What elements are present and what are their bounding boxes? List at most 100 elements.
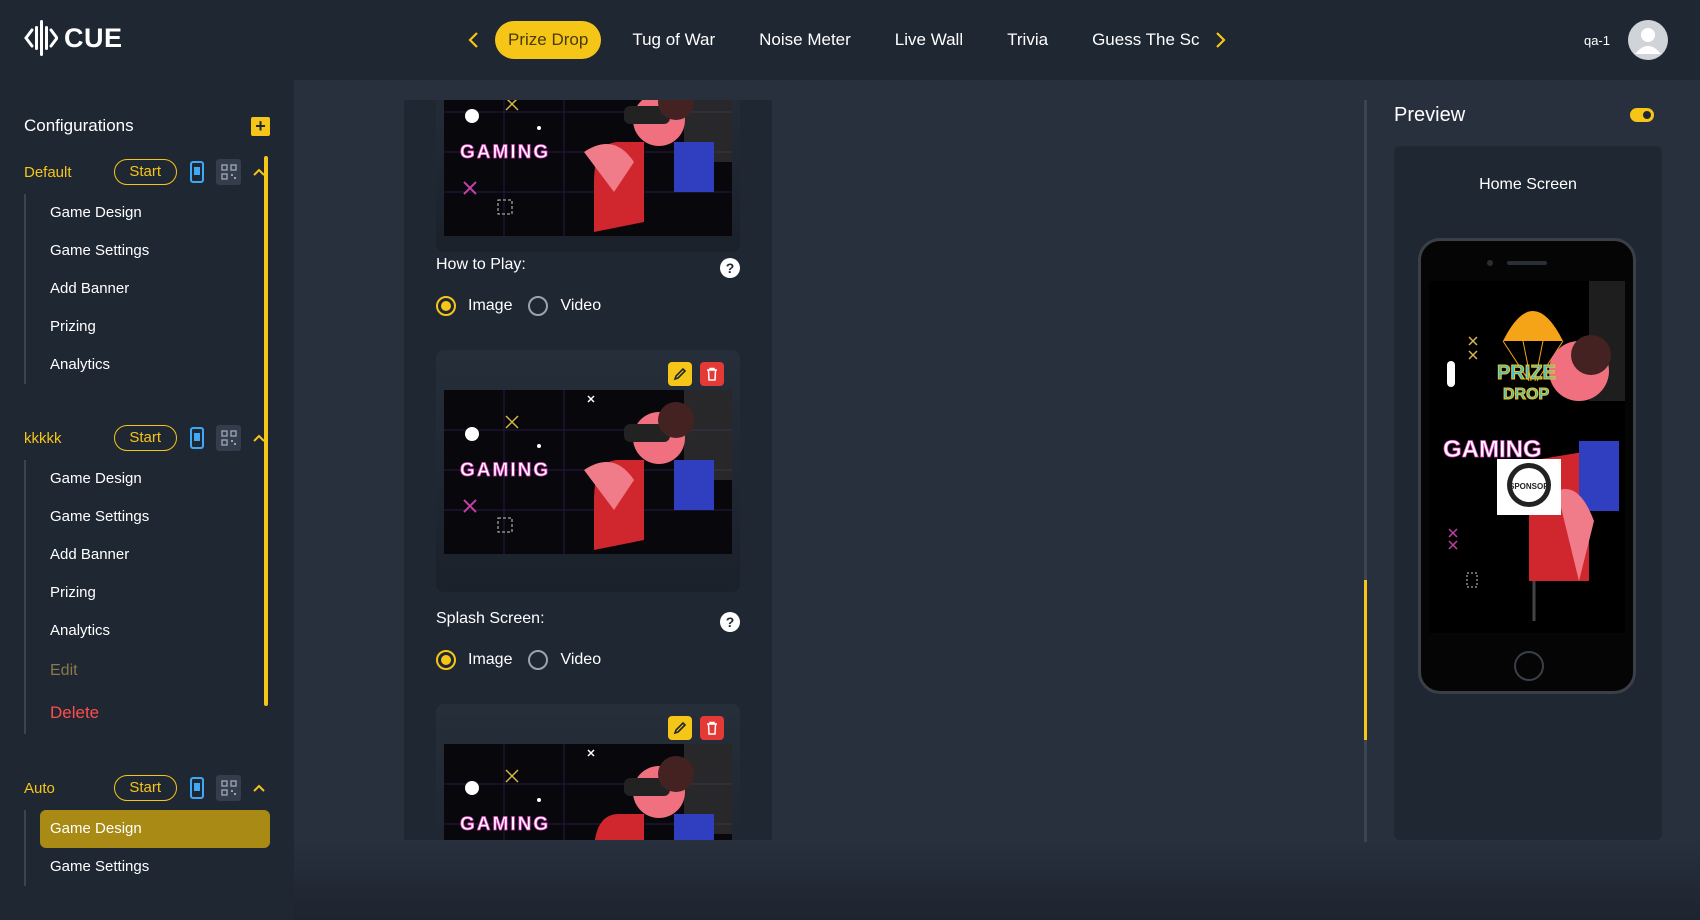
- qr-code-button[interactable]: [216, 159, 242, 185]
- how-to-play-media-type: Image Video: [436, 296, 617, 316]
- tab-noise-meter[interactable]: Noise Meter: [746, 21, 864, 59]
- chevron-up-icon: [253, 784, 265, 792]
- edit-image-button[interactable]: [668, 716, 692, 740]
- tab-prize-drop[interactable]: Prize Drop: [495, 21, 602, 59]
- sidebar-item-analytics[interactable]: Analytics: [26, 346, 269, 384]
- radio-label: Image: [468, 297, 513, 314]
- sidebar-item-game-settings[interactable]: Game Settings: [26, 498, 269, 536]
- svg-text:GAMING: GAMING: [1443, 436, 1542, 463]
- start-button[interactable]: Start: [113, 775, 177, 801]
- game-design-form: GAMING How to Play: ? Image Video GAMING…: [404, 100, 772, 840]
- start-button[interactable]: Start: [113, 159, 177, 185]
- mobile-preview-button[interactable]: [187, 426, 209, 450]
- user-icon: [1635, 28, 1661, 54]
- add-configuration-button[interactable]: +: [251, 116, 270, 136]
- cue-logo[interactable]: CUE: [24, 20, 123, 56]
- delete-configuration-button[interactable]: Delete: [26, 692, 269, 734]
- config-group-name[interactable]: kkkkk: [24, 430, 114, 447]
- sidebar-item-add-banner[interactable]: Add Banner: [26, 270, 269, 308]
- mobile-preview-button[interactable]: [187, 776, 209, 800]
- user-menu[interactable]: qa-1: [1584, 20, 1668, 60]
- sidebar-item-game-design[interactable]: Game Design: [40, 810, 270, 848]
- trash-icon: [707, 367, 717, 381]
- splash-screen-video-radio[interactable]: [528, 650, 549, 670]
- svg-text:PRIZE: PRIZE: [1497, 362, 1556, 384]
- trash-icon: [707, 721, 717, 735]
- config-group-default: Default Start Game Design Game Settings …: [24, 158, 269, 384]
- sidebar-item-add-banner[interactable]: Add Banner: [26, 536, 269, 574]
- mobile-icon: [190, 427, 205, 449]
- splash-screen-image-radio[interactable]: [436, 650, 456, 670]
- edit-configuration-button[interactable]: Edit: [26, 650, 269, 692]
- how-to-play-image-radio[interactable]: [436, 296, 456, 316]
- splash-screen-media-type: Image Video: [436, 650, 617, 670]
- uploaded-image-thumbnail: GAMING: [444, 100, 732, 236]
- delete-image-button[interactable]: [700, 362, 724, 386]
- chevron-right-icon: [1216, 32, 1227, 48]
- tab-tug-of-war[interactable]: Tug of War: [619, 21, 728, 59]
- radio-label: Video: [560, 651, 602, 668]
- sidebar-item-analytics[interactable]: Analytics: [26, 612, 269, 650]
- home-screen-preview-image: PRIZE DROP GAMING SPONSOR: [1429, 281, 1625, 633]
- config-group-items: Game Design Game Settings: [24, 810, 270, 886]
- nav-prev-button[interactable]: [462, 28, 486, 52]
- mobile-preview-button[interactable]: [187, 160, 209, 184]
- config-group-name[interactable]: Auto: [24, 780, 114, 797]
- phone-screen: PRIZE DROP GAMING SPONSOR: [1429, 281, 1625, 633]
- pencil-icon: [673, 367, 687, 381]
- panel-scrollbar[interactable]: [1364, 580, 1367, 740]
- config-group-items: Game Design Game Settings Add Banner Pri…: [24, 194, 269, 384]
- how-to-play-video-radio[interactable]: [528, 296, 549, 316]
- chevron-up-icon: [253, 434, 265, 442]
- qr-code-icon: [221, 430, 237, 446]
- svg-text:DROP: DROP: [1503, 386, 1550, 403]
- how-to-play-help-icon[interactable]: ?: [720, 258, 740, 278]
- main-footer-shade: [294, 840, 1700, 920]
- user-name: qa-1: [1583, 32, 1610, 48]
- phone-speaker: [1507, 261, 1547, 265]
- how-to-play-image-card: GAMING: [436, 350, 740, 592]
- tab-trivia[interactable]: Trivia: [994, 21, 1061, 59]
- qr-code-icon: [221, 780, 237, 796]
- sidebar-item-game-design[interactable]: Game Design: [26, 194, 269, 232]
- sidebar: Configurations + Default Start Game Desi…: [0, 80, 294, 920]
- nav-next-button[interactable]: [1208, 28, 1232, 52]
- sidebar-item-game-settings[interactable]: Game Settings: [26, 232, 269, 270]
- config-group-header: Default Start: [24, 158, 269, 186]
- svg-text:SPONSOR: SPONSOR: [1509, 482, 1549, 491]
- delete-image-button[interactable]: [700, 716, 724, 740]
- phone-camera: [1487, 260, 1493, 266]
- splash-screen-help-icon[interactable]: ?: [720, 612, 740, 632]
- gaming-thumbnail-image: GAMING: [444, 100, 732, 236]
- splash-screen-label: Splash Screen:: [436, 610, 545, 627]
- edit-image-button[interactable]: [668, 362, 692, 386]
- config-group-items: Game Design Game Settings Add Banner Pri…: [24, 460, 269, 734]
- qr-code-button[interactable]: [216, 425, 242, 451]
- svg-text:GAMING: GAMING: [460, 142, 550, 163]
- sidebar-item-prizing[interactable]: Prizing: [26, 308, 269, 346]
- avatar[interactable]: [1628, 20, 1668, 60]
- config-group-name[interactable]: Default: [24, 164, 114, 181]
- collapse-button[interactable]: [249, 428, 269, 448]
- sidebar-item-game-settings[interactable]: Game Settings: [26, 848, 269, 886]
- qr-code-button[interactable]: [216, 775, 242, 801]
- svg-text:GAMING: GAMING: [460, 460, 550, 481]
- sidebar-item-game-design[interactable]: Game Design: [26, 460, 269, 498]
- preview-panel: Home Screen PRIZE DROP GAMING SPONSOR: [1394, 146, 1662, 840]
- configurations-title: Configurations: [24, 116, 134, 135]
- svg-text:GAMING: GAMING: [460, 814, 550, 835]
- sidebar-item-prizing[interactable]: Prizing: [26, 574, 269, 612]
- preview-screen-label: Home Screen: [1479, 176, 1577, 193]
- start-button[interactable]: Start: [113, 425, 177, 451]
- preview-toggle[interactable]: [1630, 108, 1654, 122]
- config-group-header: kkkkk Start: [24, 424, 269, 452]
- tab-guess-the-score[interactable]: Guess The Sc: [1079, 21, 1199, 59]
- configurations-header: Configurations +: [24, 116, 270, 136]
- collapse-button[interactable]: [249, 162, 269, 182]
- gaming-thumbnail-image: GAMING: [444, 390, 732, 554]
- collapse-button[interactable]: [249, 778, 269, 798]
- phone-home-button: [1514, 651, 1544, 681]
- tab-live-wall[interactable]: Live Wall: [882, 21, 976, 59]
- uploaded-image-thumbnail: GAMING: [444, 390, 732, 554]
- phone-mockup: PRIZE DROP GAMING SPONSOR: [1418, 238, 1636, 694]
